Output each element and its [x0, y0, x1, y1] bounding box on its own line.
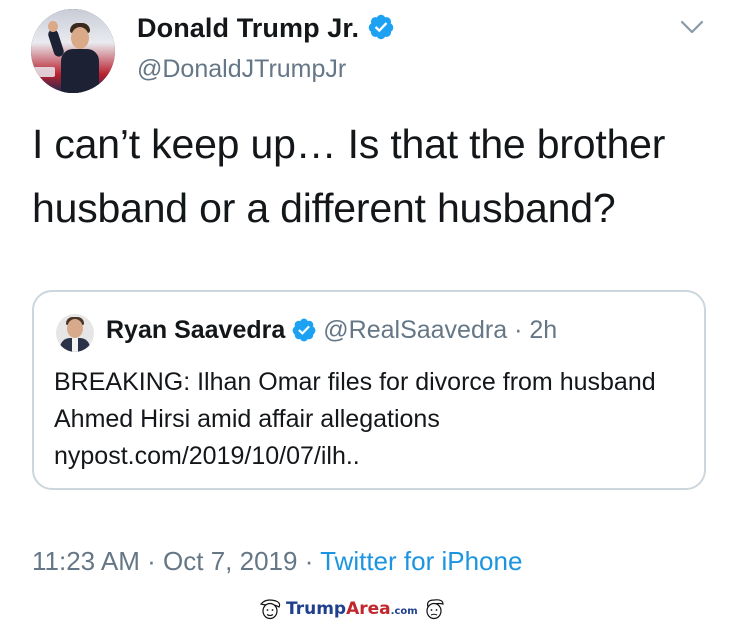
author-avatar[interactable]	[31, 9, 115, 93]
quoted-separator: ·	[514, 316, 523, 344]
chevron-down-icon[interactable]	[680, 18, 704, 36]
meta-separator: ·	[297, 546, 321, 576]
tweet-meta: 11:23 AM · Oct 7, 2019 · Twitter for iPh…	[32, 546, 522, 577]
quoted-verified-badge-icon	[292, 318, 316, 342]
quoted-avatar-head	[67, 319, 83, 338]
avatar-head	[71, 27, 89, 49]
quoted-avatar-shirt	[72, 338, 78, 352]
tweet-source-link[interactable]: Twitter for iPhone	[320, 546, 522, 576]
quoted-author-avatar[interactable]	[56, 314, 94, 352]
avatar-body	[61, 49, 99, 93]
watermark-text: TrumpArea.com	[286, 599, 418, 619]
meta-separator: ·	[139, 546, 164, 576]
avatar-hand	[48, 21, 58, 32]
verified-badge-icon	[368, 14, 394, 40]
watermark-bar: TrumpArea.com	[0, 598, 740, 622]
quoted-display-name[interactable]: Ryan Saavedra	[106, 316, 285, 344]
quoted-handle[interactable]: @RealSaavedra	[323, 316, 507, 344]
watermark-logo: TrumpArea.com	[258, 598, 446, 622]
watermark-brand-part2: Area	[346, 599, 391, 619]
quoted-tweet[interactable]: Ryan Saavedra @RealSaavedra · 2h BREAKIN…	[32, 290, 706, 490]
avatar-stage-sign	[33, 67, 55, 77]
author-display-name[interactable]: Donald Trump Jr.	[137, 13, 359, 43]
tweet-time[interactable]: 11:23 AM	[32, 546, 140, 576]
tweet-date[interactable]: Oct 7, 2019	[163, 546, 297, 576]
watermark-brand-part1: Trump	[286, 599, 347, 619]
tweet-text: I can’t keep up… Is that the brother hus…	[32, 121, 666, 231]
watermark-domain-suffix: .com	[390, 606, 418, 617]
quoted-header: Ryan Saavedra @RealSaavedra · 2h	[106, 316, 557, 345]
caricature-face-icon	[259, 599, 281, 620]
author-name-row[interactable]: Donald Trump Jr.	[137, 13, 395, 44]
caricature-face-icon	[426, 599, 444, 620]
quoted-timestamp[interactable]: 2h	[529, 316, 557, 344]
author-handle[interactable]: @DonaldJTrumpJr	[137, 55, 346, 84]
quoted-text: BREAKING: Ilhan Omar files for divorce f…	[54, 368, 656, 470]
tweet-card: Donald Trump Jr. @DonaldJTrumpJr I can’t…	[0, 0, 740, 598]
